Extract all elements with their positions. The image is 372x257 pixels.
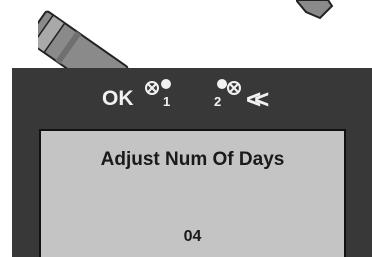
screen-title: Adjust Num Of Days (100, 149, 285, 170)
button-1-label[interactable]: 1 (163, 94, 170, 109)
button-2-label[interactable]: 2 (214, 94, 221, 109)
days-value: 04 (183, 228, 202, 245)
led-indicator-icon (144, 78, 178, 96)
back-button[interactable]: << (246, 86, 270, 112)
ok-button[interactable]: OK (102, 87, 134, 111)
lcd-screen: Adjust Num Of Days 04 (39, 129, 346, 257)
probe-right-icon (296, 0, 336, 20)
